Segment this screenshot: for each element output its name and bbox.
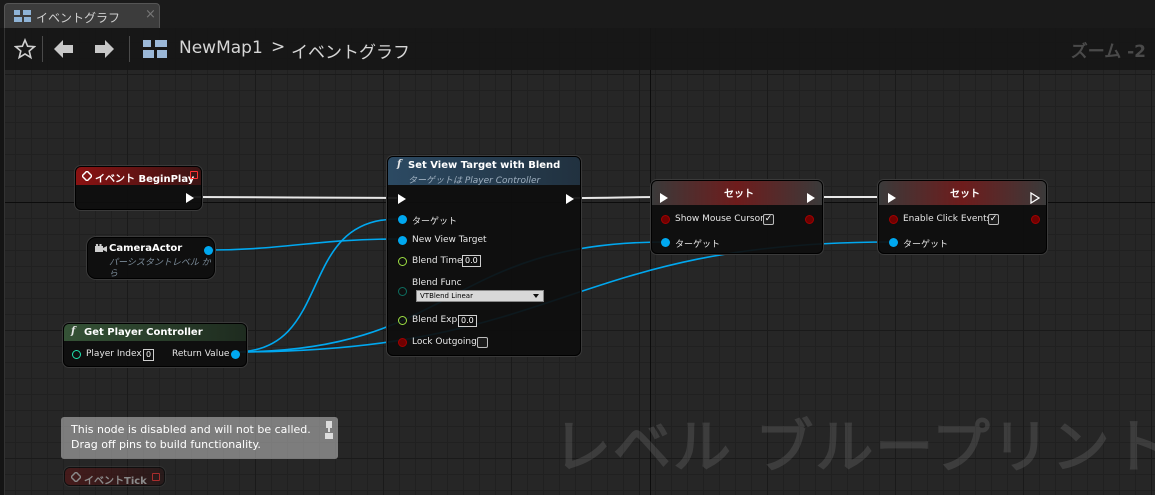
disabled-node-comment: This node is disabled and will not be ca… <box>61 417 338 459</box>
blend-func-dropdown[interactable]: VTBlend Linear <box>416 290 544 302</box>
level-blueprint-watermark: レベル ブループリント <box>553 413 1155 481</box>
show-mouse-cursor-checkbox[interactable]: ✓ <box>763 214 774 225</box>
byte-in-pin[interactable] <box>398 287 407 296</box>
pin-label: Blend Func <box>412 278 462 288</box>
function-icon: f <box>71 326 76 337</box>
event-diamond-icon <box>82 171 92 181</box>
target-in-pin[interactable] <box>398 215 407 224</box>
bool-out-pin[interactable] <box>805 215 814 224</box>
bool-out-pin[interactable] <box>1031 215 1040 224</box>
float-in-pin[interactable] <box>398 316 407 325</box>
comment-line: This node is disabled and will not be ca… <box>71 423 311 436</box>
exec-out-pin[interactable] <box>807 193 815 203</box>
pin-label: Return Value <box>172 349 230 359</box>
object-wire <box>207 238 398 251</box>
pin-label: Show Mouse Cursor <box>675 214 764 224</box>
int-in-pin[interactable] <box>72 350 81 359</box>
pin-label: New View Target <box>412 235 487 245</box>
pin-label: Blend Exp <box>412 315 458 325</box>
node-subtitle: ら <box>109 269 119 279</box>
node-set-view-target[interactable]: f Set View Target with Blend ターゲットは Play… <box>387 156 581 356</box>
node-get-player-controller[interactable]: f Get Player Controller Player Index 0 R… <box>63 323 247 367</box>
pin-label: Lock Outgoing <box>412 337 477 347</box>
bool-in-pin[interactable] <box>398 338 407 347</box>
node-set-enable-click-events[interactable]: セット Enable Click Events ✓ ターゲット <box>878 180 1047 254</box>
graph-canvas[interactable]: NewMap1 > イベントグラフ ズーム -2 イベント BeginPlay <box>4 28 1155 495</box>
exec-in-pin[interactable] <box>398 194 406 204</box>
camera-icon <box>95 244 107 252</box>
event-graph-icon <box>14 10 31 22</box>
function-icon: f <box>397 159 402 170</box>
node-title: セット <box>724 189 754 200</box>
exec-out-pin[interactable] <box>186 193 194 203</box>
pin-icon[interactable] <box>324 420 334 440</box>
exec-in-pin[interactable] <box>660 193 668 203</box>
node-subtitle: ターゲットは Player Controller <box>408 176 541 186</box>
chevron-down-icon <box>533 294 539 298</box>
exec-in-pin[interactable] <box>888 193 896 203</box>
tab-event-graph[interactable]: イベントグラフ × <box>4 3 160 28</box>
comment-line: Drag off pins to build functionality. <box>71 438 261 451</box>
tab-label: イベントグラフ <box>36 11 121 25</box>
event-diamond-icon <box>71 472 81 482</box>
node-title: CameraActor <box>109 243 183 254</box>
node-title: Get Player Controller <box>84 327 203 338</box>
exec-out-pin[interactable] <box>566 194 574 204</box>
enable-click-events-checkbox[interactable]: ✓ <box>988 214 999 225</box>
new-view-target-in-pin[interactable] <box>398 236 407 245</box>
object-out-pin[interactable] <box>231 350 240 359</box>
node-title: イベントTick <box>84 476 147 486</box>
pin-label: ターゲット <box>675 240 721 250</box>
pin-label: Player Index <box>86 349 142 359</box>
node-title: イベント BeginPlay <box>95 174 195 185</box>
object-out-pin[interactable] <box>204 246 213 255</box>
close-icon[interactable]: × <box>145 7 156 22</box>
delegate-pin-icon[interactable] <box>152 473 160 481</box>
lock-outgoing-checkbox[interactable] <box>477 337 488 348</box>
node-set-show-mouse-cursor[interactable]: セット Show Mouse Cursor ✓ ターゲット <box>651 180 823 254</box>
node-event-beginplay[interactable]: イベント BeginPlay <box>75 166 202 210</box>
target-in-pin[interactable] <box>661 238 670 247</box>
blend-exp-input[interactable]: 0.0 <box>458 315 477 327</box>
node-title: セット <box>950 189 980 200</box>
target-in-pin[interactable] <box>889 238 898 247</box>
exec-out-pin[interactable] <box>1030 192 1040 204</box>
exec-wire <box>192 196 398 199</box>
node-subtitle: パーシスタントレベル か <box>109 258 211 268</box>
pin-label: Enable Click Events <box>903 214 992 224</box>
node-event-tick[interactable]: イベントTick <box>64 467 165 486</box>
delegate-pin-icon[interactable] <box>190 171 198 179</box>
pin-label: Blend Time <box>412 256 463 266</box>
float-in-pin[interactable] <box>398 257 407 266</box>
bool-in-pin[interactable] <box>889 215 898 224</box>
node-title: Set View Target with Blend <box>408 160 561 171</box>
node-camera-actor[interactable]: CameraActor パーシスタントレベル か ら <box>87 237 215 279</box>
pin-label: ターゲット <box>903 240 949 250</box>
player-index-input[interactable]: 0 <box>143 349 155 361</box>
pin-label: ターゲット <box>412 217 458 227</box>
tab-bar: イベントグラフ × <box>0 0 1155 28</box>
dropdown-value: VTBlend Linear <box>420 292 473 300</box>
bool-in-pin[interactable] <box>661 215 670 224</box>
blend-time-input[interactable]: 0.0 <box>462 255 481 267</box>
